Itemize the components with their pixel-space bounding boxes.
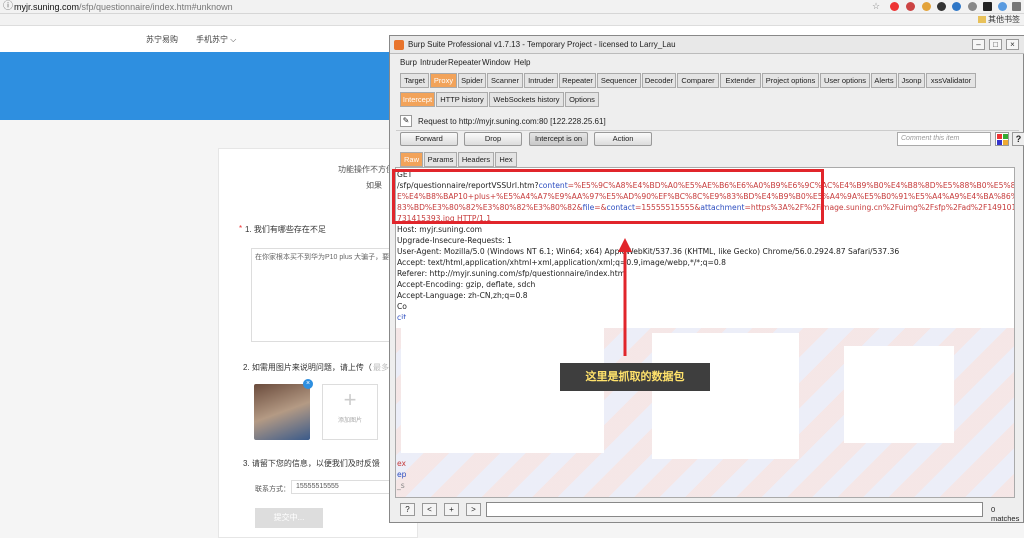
arrow-head bbox=[618, 238, 632, 252]
annotation-arrow bbox=[618, 238, 632, 356]
